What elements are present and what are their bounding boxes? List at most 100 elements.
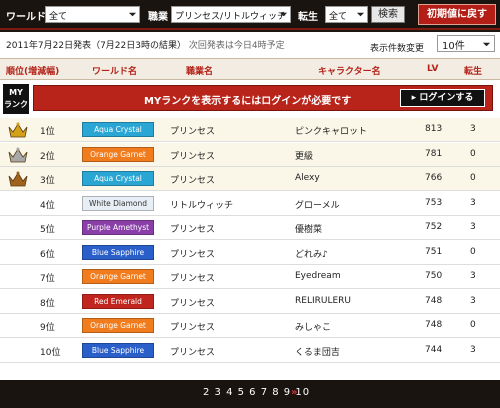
myrank-row: MY ランク MYランクを表示するにはログインが必要です ▸ ログインする bbox=[0, 82, 500, 116]
table-row: 9位 Orange Garnet プリンセス みしゃこ 748 0 bbox=[0, 314, 500, 338]
character-cell[interactable]: RELIRULERU bbox=[295, 296, 351, 306]
gold-crown-icon bbox=[8, 122, 28, 138]
job-cell: プリンセス bbox=[170, 225, 216, 235]
announce-next: 次回発表は今日4時予定 bbox=[188, 41, 285, 51]
rebirth-cell: 3 bbox=[470, 295, 476, 306]
world-tag: Purple Amethyst bbox=[82, 220, 154, 235]
job-label: 職業 bbox=[148, 12, 168, 23]
world-label: ワールド bbox=[6, 12, 46, 23]
col-world: ワールド名 bbox=[92, 67, 138, 77]
rebirth-cell: 3 bbox=[470, 222, 476, 232]
job-cell: プリンセス bbox=[170, 249, 216, 260]
job-cell: プリンセス bbox=[170, 176, 216, 186]
world-tag: White Diamond bbox=[82, 195, 154, 211]
rank-cell: 10位 bbox=[40, 347, 61, 358]
lv-cell: 813 bbox=[425, 124, 443, 134]
lv-cell: 750 bbox=[425, 271, 443, 281]
job-cell: プリンセス bbox=[170, 274, 216, 284]
rebirth-cell: 0 bbox=[470, 320, 476, 330]
character-cell[interactable]: くるま団吉 bbox=[295, 345, 340, 358]
count-label: 表示件数変更 bbox=[370, 44, 425, 54]
rebirth-cell: 0 bbox=[470, 173, 476, 183]
lv-cell: 744 bbox=[425, 344, 443, 355]
world-tag: Orange Garnet bbox=[82, 269, 154, 284]
footer: 2 3 4 5 6 7 8 9 10 » bbox=[0, 380, 500, 408]
lv-cell: 781 bbox=[425, 148, 443, 159]
job-select-value: プリンセス/リトルウィッチ bbox=[175, 12, 287, 22]
character-cell[interactable]: グローメル bbox=[295, 198, 340, 211]
job-cell: プリンセス bbox=[170, 127, 216, 137]
character-cell[interactable]: 更級 bbox=[295, 149, 313, 162]
lv-cell: 751 bbox=[425, 246, 443, 257]
world-tag: Red Emerald bbox=[82, 293, 154, 309]
rebirth-cell: 0 bbox=[470, 148, 476, 159]
lv-cell: 748 bbox=[425, 295, 443, 306]
rebirth-cell: 3 bbox=[470, 344, 476, 355]
lv-cell: 748 bbox=[425, 320, 443, 330]
world-tag: Blue Sapphire bbox=[82, 342, 154, 358]
rebirth-cell: 0 bbox=[470, 246, 476, 257]
col-character: キャラクター名 bbox=[318, 67, 381, 77]
search-button[interactable]: 検索 bbox=[371, 6, 405, 23]
world-tag: Orange Garnet bbox=[82, 146, 154, 162]
lv-cell: 753 bbox=[425, 197, 443, 208]
character-cell[interactable]: Alexy bbox=[295, 173, 320, 183]
character-cell[interactable]: 優樹菜 bbox=[295, 222, 322, 235]
rank-cell: 8位 bbox=[40, 298, 55, 309]
filter-bar: ワールド 全て 職業 プリンセス/リトルウィッチ 転生 全て 検索 初期値に戻す bbox=[0, 0, 500, 30]
col-rank: 順位(増減幅) bbox=[6, 67, 60, 77]
table-header: 順位(増減幅) ワールド名 職業名 キャラクター名 LV 転生 bbox=[0, 58, 500, 80]
table-row: 7位 Orange Garnet プリンセス Eyedream 750 3 bbox=[0, 265, 500, 289]
table-row: 5位 Purple Amethyst プリンセス 優樹菜 752 3 bbox=[0, 216, 500, 240]
myrank-message: MYランクを表示するにはログインが必要です bbox=[144, 96, 352, 107]
rank-cell: 3位 bbox=[40, 176, 55, 186]
chevron-down-icon bbox=[128, 12, 137, 17]
col-rebirth: 転生 bbox=[464, 67, 483, 77]
rebirth-cell: 3 bbox=[470, 197, 476, 208]
myrank-badge-text: MY ランク bbox=[4, 88, 28, 109]
table-row: 10位 Blue Sapphire プリンセス くるま団吉 744 3 bbox=[0, 339, 500, 363]
job-select[interactable]: プリンセス/リトルウィッチ bbox=[171, 6, 291, 23]
table-row: 8位 Red Emerald プリンセス RELIRULERU 748 3 bbox=[0, 290, 500, 314]
chevron-down-icon bbox=[279, 12, 288, 17]
myrank-badge: MY ランク bbox=[3, 84, 29, 114]
silver-crown-icon bbox=[8, 147, 28, 162]
reset-button[interactable]: 初期値に戻す bbox=[418, 4, 496, 25]
world-select[interactable]: 全て bbox=[45, 6, 140, 23]
col-lv: LV bbox=[427, 64, 439, 74]
rank-cell: 5位 bbox=[40, 225, 55, 235]
character-cell[interactable]: Eyedream bbox=[295, 271, 341, 281]
rebirth-select[interactable]: 全て bbox=[325, 6, 368, 23]
ranking-panel: 2011年7月22日発表（7月22日3時の結果） 次回発表は今日4時予定 表示件… bbox=[0, 32, 500, 380]
login-button[interactable]: ▸ ログインする bbox=[400, 89, 485, 107]
rebirth-select-value: 全て bbox=[329, 12, 348, 22]
login-label: ログインする bbox=[419, 93, 474, 103]
next-page-icon[interactable]: » bbox=[291, 387, 297, 398]
world-tag: Orange Garnet bbox=[82, 318, 154, 333]
table-row: 6位 Blue Sapphire プリンセス どれみ♪ 751 0 bbox=[0, 241, 500, 265]
count-select[interactable]: 10件 bbox=[437, 35, 495, 52]
table-row: 2位 Orange Garnet プリンセス 更級 781 0 bbox=[0, 142, 500, 167]
job-cell: リトルウィッチ bbox=[170, 200, 234, 211]
count-select-value: 10件 bbox=[442, 41, 465, 52]
lv-cell: 766 bbox=[425, 173, 443, 183]
world-select-value: 全て bbox=[49, 12, 68, 22]
col-job: 職業名 bbox=[186, 67, 214, 77]
chevron-down-icon bbox=[482, 42, 491, 47]
rebirth-cell: 3 bbox=[470, 271, 476, 281]
announce-date: 2011年7月22日発表（7月22日3時の結果） bbox=[6, 41, 186, 51]
job-cell: プリンセス bbox=[170, 347, 216, 358]
job-cell: プリンセス bbox=[170, 323, 216, 333]
rebirth-label: 転生 bbox=[298, 12, 318, 23]
table-row: 3位 Aqua Crystal プリンセス Alexy 766 0 bbox=[0, 167, 500, 191]
character-cell[interactable]: ピンクキャロット bbox=[295, 124, 367, 137]
job-cell: プリンセス bbox=[170, 298, 216, 309]
character-cell[interactable]: みしゃこ bbox=[295, 320, 331, 333]
character-cell[interactable]: どれみ♪ bbox=[295, 247, 328, 260]
rank-cell: 9位 bbox=[40, 323, 55, 333]
announcement: 2011年7月22日発表（7月22日3時の結果） 次回発表は今日4時予定 bbox=[6, 38, 285, 51]
job-cell: プリンセス bbox=[170, 151, 216, 162]
rank-cell: 4位 bbox=[40, 200, 55, 211]
lv-cell: 752 bbox=[425, 222, 443, 232]
world-tag: Aqua Crystal bbox=[82, 122, 154, 137]
